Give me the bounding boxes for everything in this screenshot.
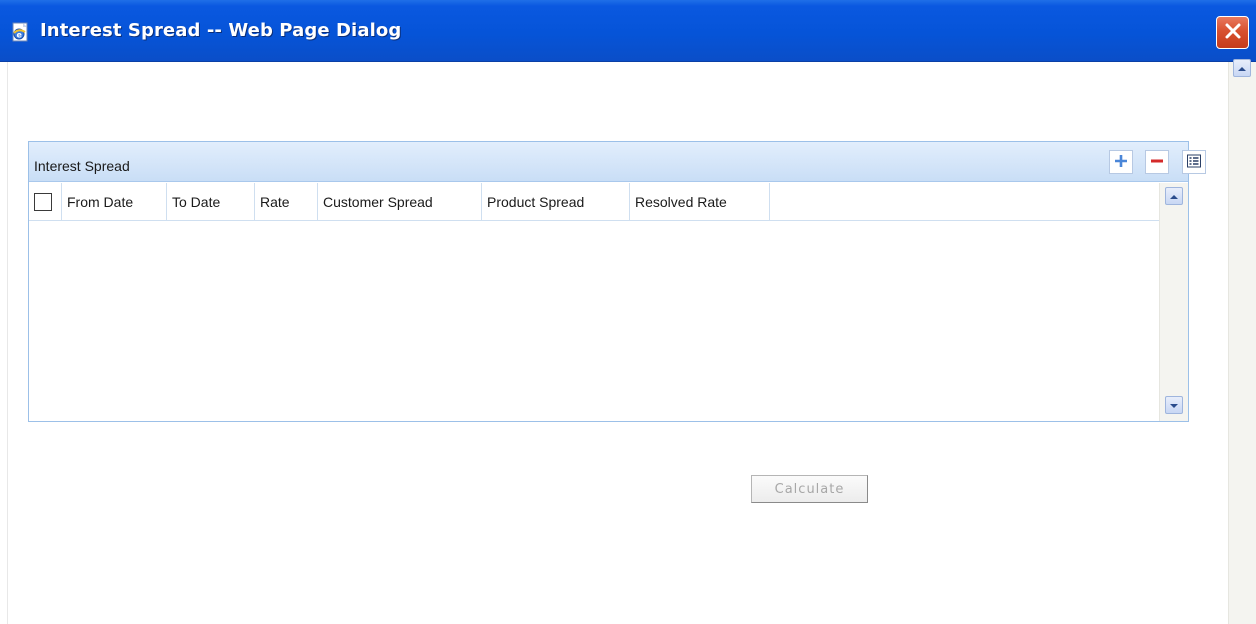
ie-page-icon: e — [10, 21, 32, 43]
column-header-filler — [770, 183, 1159, 221]
close-icon — [1223, 21, 1243, 44]
grid-scrollbar[interactable] — [1159, 183, 1188, 421]
grid-body — [29, 222, 1159, 421]
panel-header: Interest Spread — [29, 142, 1206, 182]
calculate-button[interactable]: Calculate — [751, 475, 868, 503]
column-header-customer-spread[interactable]: Customer Spread — [318, 183, 482, 221]
grid-scroll-down-button[interactable] — [1165, 396, 1183, 414]
add-row-button[interactable] — [1109, 150, 1133, 174]
svg-text:e: e — [17, 31, 23, 40]
title-bar: e Interest Spread -- Web Page Dialog — [0, 0, 1256, 62]
window-title: Interest Spread -- Web Page Dialog — [40, 20, 402, 41]
delete-row-button[interactable] — [1145, 150, 1169, 174]
arrow-up-icon — [1169, 188, 1179, 204]
interest-spread-panel: Interest Spread From Date To Date Rate C… — [28, 141, 1206, 422]
list-view-icon — [1186, 153, 1202, 172]
column-header-product-spread[interactable]: Product Spread — [482, 183, 630, 221]
arrow-down-icon — [1169, 397, 1179, 413]
dialog-scroll-up-button[interactable] — [1233, 59, 1251, 77]
column-header-rate[interactable]: Rate — [255, 183, 318, 221]
single-view-button[interactable] — [1182, 150, 1206, 174]
grid-scroll-up-button[interactable] — [1165, 187, 1183, 205]
select-all-cell — [29, 183, 62, 221]
panel-title: Interest Spread — [34, 158, 130, 174]
window-left-border — [0, 62, 8, 624]
minus-icon — [1149, 153, 1165, 172]
select-all-checkbox[interactable] — [34, 193, 52, 211]
grid-header-row: From Date To Date Rate Customer Spread P… — [29, 183, 1159, 221]
plus-icon — [1113, 153, 1129, 172]
dialog-scrollbar[interactable] — [1228, 59, 1256, 624]
column-header-to-date[interactable]: To Date — [167, 183, 255, 221]
column-header-resolved-rate[interactable]: Resolved Rate — [630, 183, 770, 221]
column-header-from-date[interactable]: From Date — [62, 183, 167, 221]
close-button[interactable] — [1216, 16, 1249, 49]
arrow-up-icon — [1237, 60, 1247, 76]
